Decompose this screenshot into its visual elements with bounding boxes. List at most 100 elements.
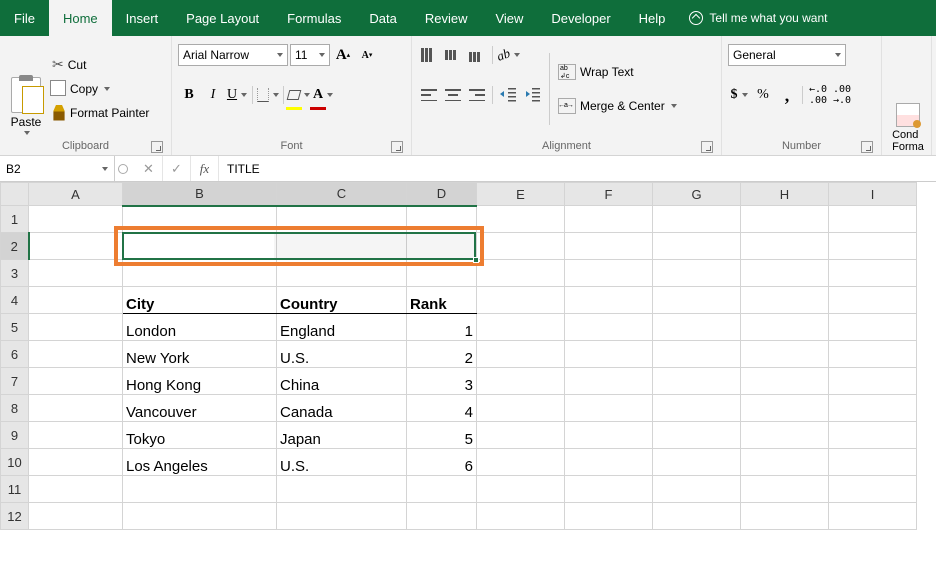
decrease-decimal-button[interactable]: .00→.0 — [831, 84, 853, 106]
tell-me-search[interactable]: Tell me what you want — [679, 0, 837, 36]
copy-button[interactable]: Copy — [50, 78, 151, 100]
cell[interactable] — [653, 206, 741, 233]
fill-color-button[interactable] — [288, 84, 310, 106]
accounting-format-button[interactable]: $ — [728, 84, 750, 106]
cell[interactable]: U.S. — [277, 341, 407, 368]
cell[interactable] — [29, 449, 123, 476]
cell[interactable] — [741, 341, 829, 368]
row-header-12[interactable]: 12 — [1, 503, 29, 530]
cell[interactable] — [741, 314, 829, 341]
cell[interactable] — [477, 368, 565, 395]
column-header-g[interactable]: G — [653, 183, 741, 206]
font-name-select[interactable]: Arial Narrow — [178, 44, 288, 66]
border-button[interactable] — [257, 84, 279, 106]
cell[interactable]: 3 — [407, 368, 477, 395]
cell[interactable] — [565, 449, 653, 476]
cell[interactable] — [829, 260, 917, 287]
column-header-a[interactable]: A — [29, 183, 123, 206]
cell[interactable]: New York — [123, 341, 277, 368]
cell[interactable] — [477, 422, 565, 449]
cell[interactable] — [277, 233, 407, 260]
cell[interactable] — [29, 503, 123, 530]
cell[interactable]: 5 — [407, 422, 477, 449]
cell[interactable] — [653, 341, 741, 368]
cell[interactable]: City — [123, 287, 277, 314]
tab-file[interactable]: File — [0, 0, 49, 36]
cell[interactable] — [407, 233, 477, 260]
cell[interactable] — [123, 206, 277, 233]
cell[interactable] — [741, 206, 829, 233]
column-header-c[interactable]: C — [277, 183, 407, 206]
cell[interactable] — [565, 206, 653, 233]
cell[interactable] — [123, 260, 277, 287]
tab-developer[interactable]: Developer — [537, 0, 624, 36]
cell[interactable] — [477, 314, 565, 341]
cell[interactable] — [565, 314, 653, 341]
tab-review[interactable]: Review — [411, 0, 482, 36]
row-header-11[interactable]: 11 — [1, 476, 29, 503]
cell[interactable] — [653, 368, 741, 395]
cell[interactable]: Los Angeles — [123, 449, 277, 476]
align-middle-button[interactable] — [442, 44, 464, 66]
cell[interactable]: Country — [277, 287, 407, 314]
tab-help[interactable]: Help — [625, 0, 680, 36]
tab-data[interactable]: Data — [355, 0, 410, 36]
cell[interactable] — [653, 287, 741, 314]
cell[interactable] — [565, 422, 653, 449]
cell[interactable]: London — [123, 314, 277, 341]
percent-format-button[interactable]: % — [752, 84, 774, 106]
font-color-button[interactable]: A — [312, 84, 334, 106]
cell[interactable] — [477, 395, 565, 422]
name-box[interactable]: B2 — [0, 156, 115, 181]
cancel-formula-button[interactable]: ✕ — [135, 156, 163, 181]
tab-formulas[interactable]: Formulas — [273, 0, 355, 36]
cell[interactable] — [29, 368, 123, 395]
decrease-font-size-button[interactable]: A▾ — [356, 44, 378, 66]
column-header-f[interactable]: F — [565, 183, 653, 206]
enter-formula-button[interactable]: ✓ — [163, 156, 191, 181]
cell[interactable]: Hong Kong — [123, 368, 277, 395]
cell[interactable] — [565, 368, 653, 395]
format-painter-button[interactable]: Format Painter — [50, 102, 151, 124]
comma-format-button[interactable]: , — [776, 84, 798, 106]
cell[interactable]: Japan — [277, 422, 407, 449]
cell[interactable] — [477, 206, 565, 233]
cell[interactable] — [829, 314, 917, 341]
cell[interactable] — [565, 260, 653, 287]
cell[interactable]: England — [277, 314, 407, 341]
cell-b2[interactable]: TITLE — [123, 233, 277, 260]
cell[interactable] — [277, 206, 407, 233]
number-launcher[interactable] — [861, 141, 873, 153]
align-center-button[interactable] — [442, 84, 464, 106]
cell[interactable] — [741, 260, 829, 287]
cell[interactable] — [741, 422, 829, 449]
cell[interactable] — [565, 503, 653, 530]
tab-insert[interactable]: Insert — [112, 0, 173, 36]
cell[interactable] — [829, 503, 917, 530]
row-header-5[interactable]: 5 — [1, 314, 29, 341]
record-macro-icon[interactable] — [118, 164, 128, 174]
cell[interactable] — [741, 503, 829, 530]
clipboard-launcher[interactable] — [151, 141, 163, 153]
cell[interactable] — [653, 260, 741, 287]
wrap-text-button[interactable]: Wrap Text — [556, 61, 679, 83]
cell[interactable] — [653, 233, 741, 260]
cell[interactable]: 4 — [407, 395, 477, 422]
cell[interactable] — [477, 449, 565, 476]
orientation-button[interactable]: ab — [497, 44, 519, 66]
underline-button[interactable]: U — [226, 84, 248, 106]
cell[interactable] — [565, 287, 653, 314]
increase-font-size-button[interactable]: A▴ — [332, 44, 354, 66]
cell[interactable] — [29, 233, 123, 260]
row-header-10[interactable]: 10 — [1, 449, 29, 476]
align-left-button[interactable] — [418, 84, 440, 106]
cell[interactable] — [565, 476, 653, 503]
paste-button[interactable]: Paste — [6, 40, 46, 137]
cell[interactable]: 2 — [407, 341, 477, 368]
cell[interactable] — [407, 503, 477, 530]
column-header-d[interactable]: D — [407, 183, 477, 206]
cell[interactable]: U.S. — [277, 449, 407, 476]
cell[interactable]: Vancouver — [123, 395, 277, 422]
cell[interactable] — [741, 395, 829, 422]
selection-fill-handle[interactable] — [473, 257, 479, 263]
